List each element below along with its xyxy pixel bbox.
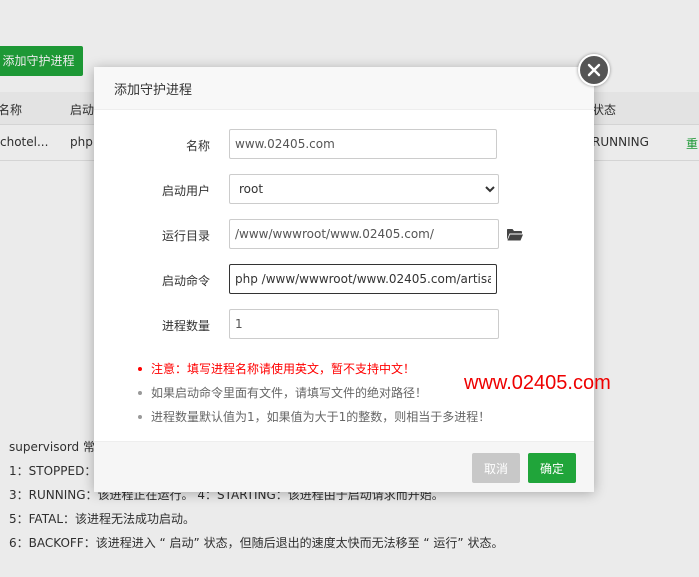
name-label: 名称: [185, 139, 210, 153]
bullet-icon: [138, 390, 142, 395]
tip-text: 进程数量默认值为1，如果值为大于1的整数，则相当于多进程！: [151, 410, 491, 424]
confirm-button[interactable]: 确定: [528, 453, 576, 483]
close-icon: [587, 63, 601, 77]
dialog-footer: 取消 确定: [94, 441, 594, 492]
user-select[interactable]: root: [229, 174, 499, 204]
name-input[interactable]: [229, 129, 497, 159]
dir-label: 运行目录: [161, 229, 210, 243]
tip-text: 注意：填写进程名称请使用英文，暂不支持中文！: [151, 362, 416, 376]
bullet-icon: [138, 366, 142, 371]
folder-open-icon[interactable]: [507, 228, 523, 241]
count-input[interactable]: [229, 309, 499, 339]
cancel-button[interactable]: 取消: [472, 453, 520, 483]
user-label: 启动用户: [161, 184, 210, 198]
dir-input[interactable]: [229, 219, 499, 249]
tip-item: 注意：填写进程名称请使用英文，暂不支持中文！: [138, 360, 415, 377]
dialog-title: 添加守护进程: [114, 83, 193, 98]
command-label: 启动命令: [161, 274, 210, 288]
bullet-icon: [138, 414, 142, 419]
tip-text: 如果启动命令里面有文件，请填写文件的绝对路径！: [151, 386, 428, 400]
dialog-header: 添加守护进程: [94, 67, 594, 110]
add-daemon-dialog: 添加守护进程 名称 启动用户 root 运行目录 启动命令 进程数量 注意：填写…: [94, 67, 594, 492]
tip-item: 如果启动命令里面有文件，请填写文件的绝对路径！: [138, 384, 427, 401]
count-label: 进程数量: [161, 319, 210, 333]
command-input[interactable]: [229, 264, 497, 294]
tip-item: 进程数量默认值为1，如果值为大于1的整数，则相当于多进程！: [138, 408, 490, 425]
watermark-text: www.02405.com: [464, 372, 611, 394]
close-dialog-button[interactable]: [578, 54, 610, 86]
